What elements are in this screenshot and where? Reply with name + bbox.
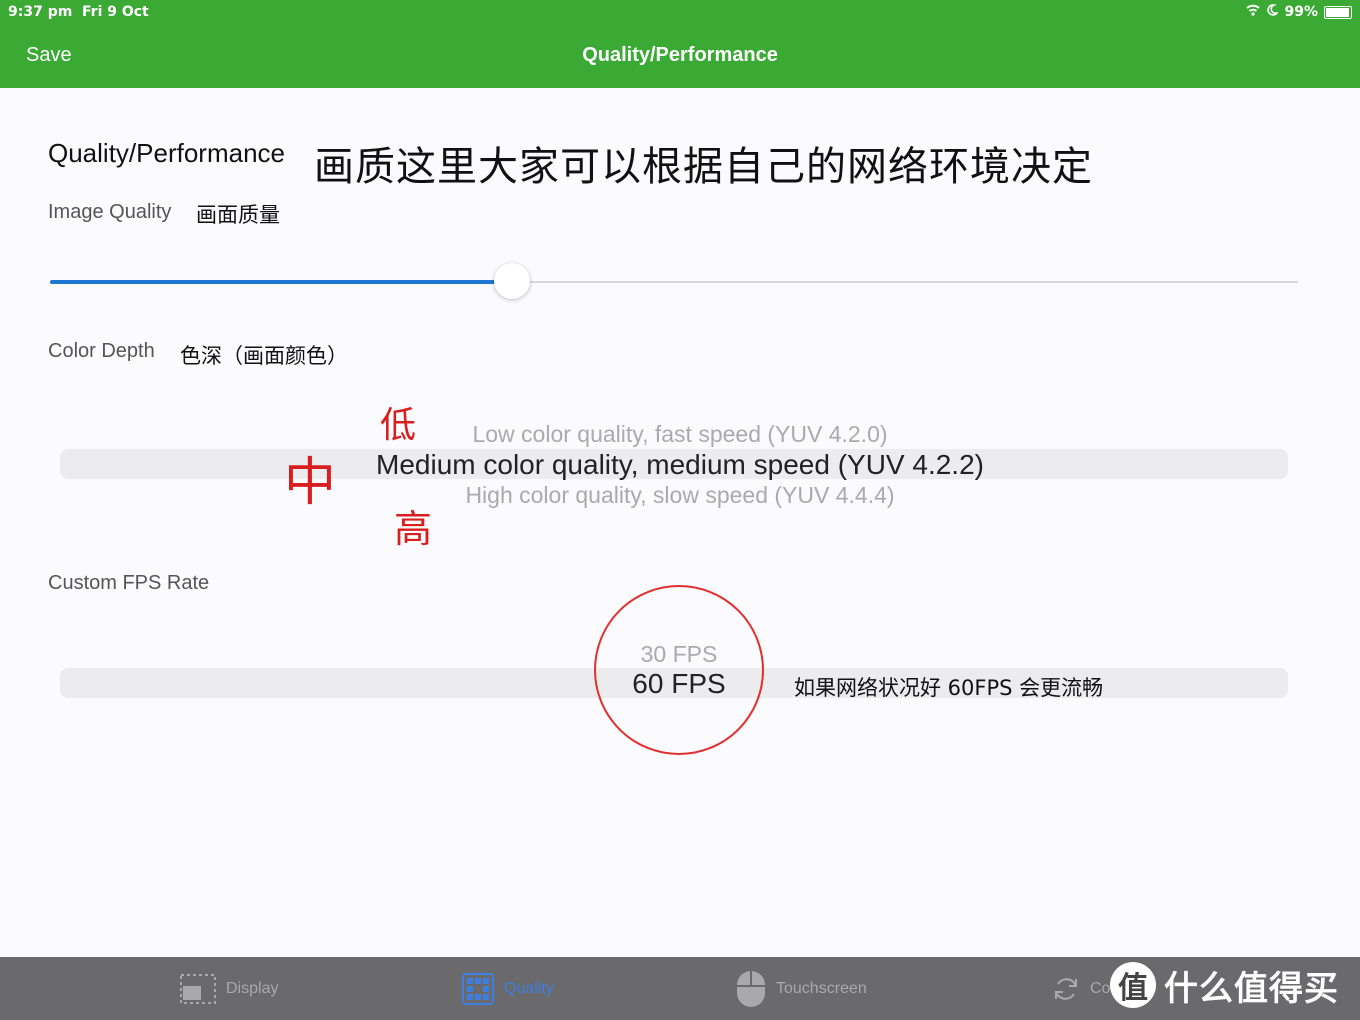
nav-title: Quality/Performance xyxy=(582,44,778,66)
tab-display-label: Display xyxy=(226,979,279,997)
sync-icon xyxy=(1052,974,1080,1004)
color-depth-option-low[interactable]: Low color quality, fast speed (YUV 4.2.0… xyxy=(0,421,1360,448)
status-time: 9:37 pm xyxy=(8,4,73,20)
mouse-icon xyxy=(736,970,766,1008)
color-depth-option-medium[interactable]: Medium color quality, medium speed (YUV … xyxy=(0,449,1360,481)
color-depth-label: Color Depth xyxy=(48,340,155,362)
tab-quality-label: Quality xyxy=(504,979,554,997)
image-quality-slider-thumb[interactable] xyxy=(493,263,530,299)
wifi-icon xyxy=(1246,4,1261,20)
tab-co[interactable]: Co xyxy=(1052,957,1110,1020)
moon-icon xyxy=(1266,4,1280,20)
handwritten-mid-annotation: 中 xyxy=(284,453,337,513)
tab-touchscreen-label: Touchscreen xyxy=(776,979,867,997)
annotation-circle xyxy=(594,585,764,755)
image-quality-annotation: 画面质量 xyxy=(196,203,280,227)
quality-icon xyxy=(462,972,494,1005)
image-quality-label: Image Quality xyxy=(48,201,172,223)
section-annotation: 画质这里大家可以根据自己的网络环境决定 xyxy=(314,144,1093,190)
tab-display[interactable]: Display xyxy=(180,957,278,1020)
image-quality-slider-fill xyxy=(50,280,512,284)
fps-annotation: 如果网络状况好 60FPS 会更流畅 xyxy=(794,676,1104,700)
battery-icon xyxy=(1324,5,1352,19)
tab-touchscreen[interactable]: Touchscreen xyxy=(736,957,867,1020)
handwritten-high-annotation: 高 xyxy=(394,507,433,551)
display-icon xyxy=(180,973,216,1004)
watermark: 值 什么值得买 xyxy=(1110,960,1339,1010)
color-depth-annotation: 色深（画面颜色） xyxy=(180,344,348,368)
handwritten-low-annotation: 低 xyxy=(380,405,417,446)
fps-label: Custom FPS Rate xyxy=(48,572,210,594)
status-right: 99% xyxy=(1246,4,1352,20)
nav-bar: Save Quality/Performance xyxy=(0,26,1360,88)
watermark-text: 什么值得买 xyxy=(1164,968,1339,1009)
status-bar: 9:37 pm Fri 9 Oct 99% xyxy=(0,0,1360,26)
tab-co-label: Co xyxy=(1090,979,1111,997)
battery-percent: 99% xyxy=(1284,4,1318,20)
watermark-badge: 值 xyxy=(1110,962,1156,1008)
section-title: Quality/Performance xyxy=(48,138,285,168)
color-depth-option-high[interactable]: High color quality, slow speed (YUV 4.4.… xyxy=(0,482,1360,509)
status-date: Fri 9 Oct xyxy=(82,4,149,20)
tab-quality[interactable]: Quality xyxy=(462,957,554,1020)
